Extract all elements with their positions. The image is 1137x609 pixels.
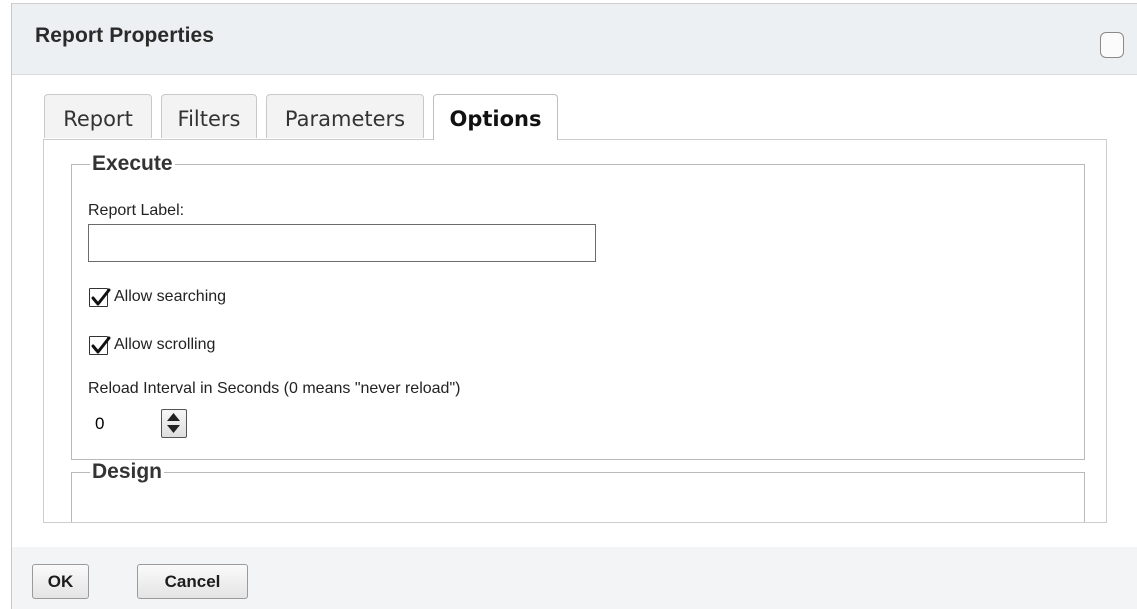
reload-interval-spinner bbox=[89, 406, 190, 441]
dialog-title: Report Properties bbox=[35, 24, 215, 47]
report-properties-dialog: Report Properties Report Filters Paramet… bbox=[11, 3, 1137, 609]
design-fieldset: Design bbox=[71, 460, 1085, 522]
dialog-titlebar: Report Properties bbox=[12, 4, 1137, 75]
allow-scrolling-row[interactable]: Allow scrolling bbox=[89, 334, 215, 356]
allow-searching-label: Allow searching bbox=[114, 288, 227, 305]
design-legend: Design bbox=[92, 460, 163, 483]
allow-searching-row[interactable]: Allow searching bbox=[89, 286, 226, 308]
dialog-footer: OK Cancel bbox=[12, 547, 1137, 609]
report-label-caption: Report Label: bbox=[88, 202, 185, 219]
ok-button[interactable]: OK bbox=[32, 564, 89, 599]
maximize-icon[interactable] bbox=[1100, 32, 1124, 58]
tab-options[interactable]: Options bbox=[433, 94, 558, 140]
allow-scrolling-checkbox[interactable] bbox=[89, 335, 111, 355]
report-label-input[interactable] bbox=[88, 224, 596, 262]
tab-filters[interactable]: Filters bbox=[161, 94, 257, 138]
allow-scrolling-label: Allow scrolling bbox=[114, 336, 216, 353]
tab-report[interactable]: Report bbox=[44, 94, 152, 138]
cancel-button[interactable]: Cancel bbox=[137, 564, 248, 599]
allow-searching-checkbox[interactable] bbox=[89, 287, 111, 307]
tab-parameters[interactable]: Parameters bbox=[266, 94, 424, 138]
checkmark-icon bbox=[91, 288, 111, 305]
reload-interval-input[interactable] bbox=[89, 406, 161, 441]
page: Report Properties Report Filters Paramet… bbox=[0, 0, 1137, 609]
reload-interval-caption: Reload Interval in Seconds (0 means "nev… bbox=[88, 380, 461, 397]
execute-legend: Execute bbox=[92, 152, 173, 175]
checkmark-icon bbox=[91, 336, 111, 353]
up-down-arrows-icon[interactable] bbox=[161, 409, 187, 438]
options-panel: Execute Report Label: Allow searching Al… bbox=[43, 139, 1107, 523]
